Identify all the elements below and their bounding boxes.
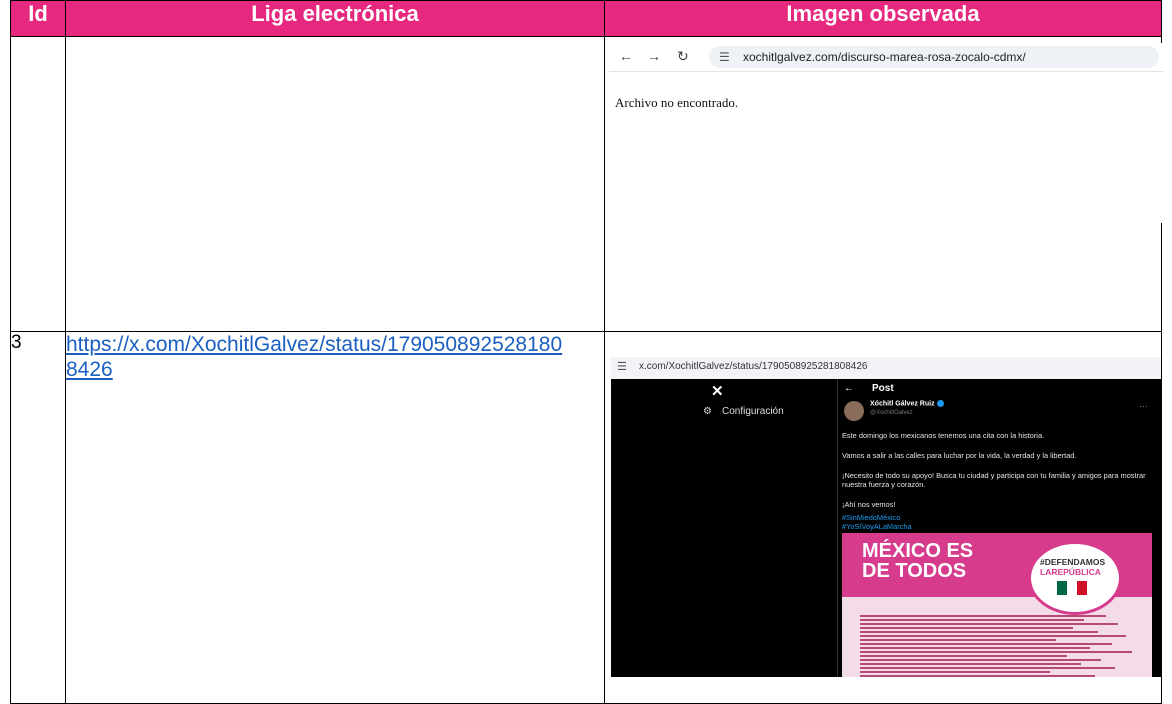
poster-badge bbox=[1028, 541, 1122, 615]
post-column: ← Post Xóchitl Gálvez Ruiz @XochitlGalvez… bbox=[837, 379, 1161, 677]
post-image: MÉXICO ES DE TODOS #DEFENDAMOS LAREPÚBLIC… bbox=[842, 533, 1152, 677]
poster-title-line-2: DE TODOS bbox=[862, 560, 967, 582]
more-options-icon: ··· bbox=[1139, 401, 1148, 411]
post-paragraph: ¡Ahí nos vemos! bbox=[842, 500, 896, 509]
post-paragraph: Este domingo los mexicanos tenemos una c… bbox=[842, 431, 1045, 440]
x-post-screenshot: ☰ x.com/XochitlGalvez/status/17905089252… bbox=[611, 357, 1161, 677]
back-arrow-icon: ← bbox=[619, 48, 633, 64]
address-url: xochitlgalvez.com/discurso-marea-rosa-zo… bbox=[743, 50, 1026, 64]
forward-arrow-icon: → bbox=[647, 48, 661, 64]
page-message: Archivo no encontrado. bbox=[615, 95, 739, 110]
gear-icon: ⚙ bbox=[703, 406, 712, 417]
browser-toolbar: ☰ x.com/XochitlGalvez/status/17905089252… bbox=[611, 357, 1161, 379]
author-name: Xóchitl Gálvez Ruiz bbox=[870, 400, 944, 407]
sidebar-item-label: Configuración bbox=[721, 406, 784, 417]
sidebar-item-configuracion: ⚙ Configuración bbox=[703, 406, 784, 417]
poster-title: MÉXICO ES DE TODOS bbox=[862, 541, 973, 581]
poster-badge-line-2: LAREPÚBLICA bbox=[1040, 567, 1101, 577]
x-logo-icon: ✕ bbox=[711, 383, 724, 400]
header-id: Id bbox=[10, 0, 66, 37]
browser-screenshot: ← → ↻ ☰ xochitlgalvez.com/discurso-marea… bbox=[609, 43, 1164, 223]
post-paragraph: ¡Necesito de todo su apoyo! Busca tu ciu… bbox=[842, 471, 1146, 489]
site-settings-icon: ☰ bbox=[719, 50, 730, 64]
header-image: Imagen observada bbox=[604, 0, 1162, 37]
row-2-id: 3 bbox=[10, 331, 66, 704]
post-link[interactable]: https://x.com/XochitlGalvez/status/17905… bbox=[66, 332, 566, 382]
row-2-link-cell: https://x.com/XochitlGalvez/status/17905… bbox=[65, 331, 605, 704]
author-name-text: Xóchitl Gálvez Ruiz bbox=[870, 400, 935, 408]
author-handle: @XochitlGalvez bbox=[870, 410, 913, 416]
avatar bbox=[844, 401, 864, 421]
post-paragraph: Vamos a salir a las calles para luchar p… bbox=[842, 451, 1077, 460]
back-arrow-icon: ← bbox=[844, 383, 854, 394]
verified-badge-icon bbox=[936, 400, 944, 407]
row-1-link bbox=[65, 36, 605, 332]
hashtag: #YoSíVoyALaMarcha bbox=[842, 522, 912, 531]
reload-icon: ↻ bbox=[677, 48, 689, 64]
address-bar: ☰ xochitlgalvez.com/discurso-marea-rosa-… bbox=[709, 46, 1159, 68]
address-url: x.com/XochitlGalvez/status/1790508925281… bbox=[639, 361, 868, 372]
post-header: ← Post bbox=[844, 383, 894, 394]
evidence-table: Id Liga electrónica Imagen observada ← →… bbox=[10, 0, 1164, 704]
row-1-image: ← → ↻ ☰ xochitlgalvez.com/discurso-marea… bbox=[604, 36, 1164, 332]
row-2-image: ☰ x.com/XochitlGalvez/status/17905089252… bbox=[604, 331, 1162, 704]
poster-event-list bbox=[860, 615, 1140, 677]
mexico-flag-icon bbox=[1057, 581, 1087, 595]
site-settings-icon: ☰ bbox=[617, 361, 627, 373]
row-1-id bbox=[10, 36, 66, 332]
poster-badge-line-1: #DEFENDAMOS bbox=[1040, 557, 1106, 567]
hashtag: #SinMiedoMéxico bbox=[842, 513, 901, 522]
poster-title-line-1: MÉXICO ES bbox=[862, 540, 974, 562]
browser-toolbar: ← → ↻ ☰ xochitlgalvez.com/discurso-marea… bbox=[609, 43, 1164, 72]
header-link: Liga electrónica bbox=[65, 0, 605, 37]
post-header-label: Post bbox=[872, 383, 894, 394]
